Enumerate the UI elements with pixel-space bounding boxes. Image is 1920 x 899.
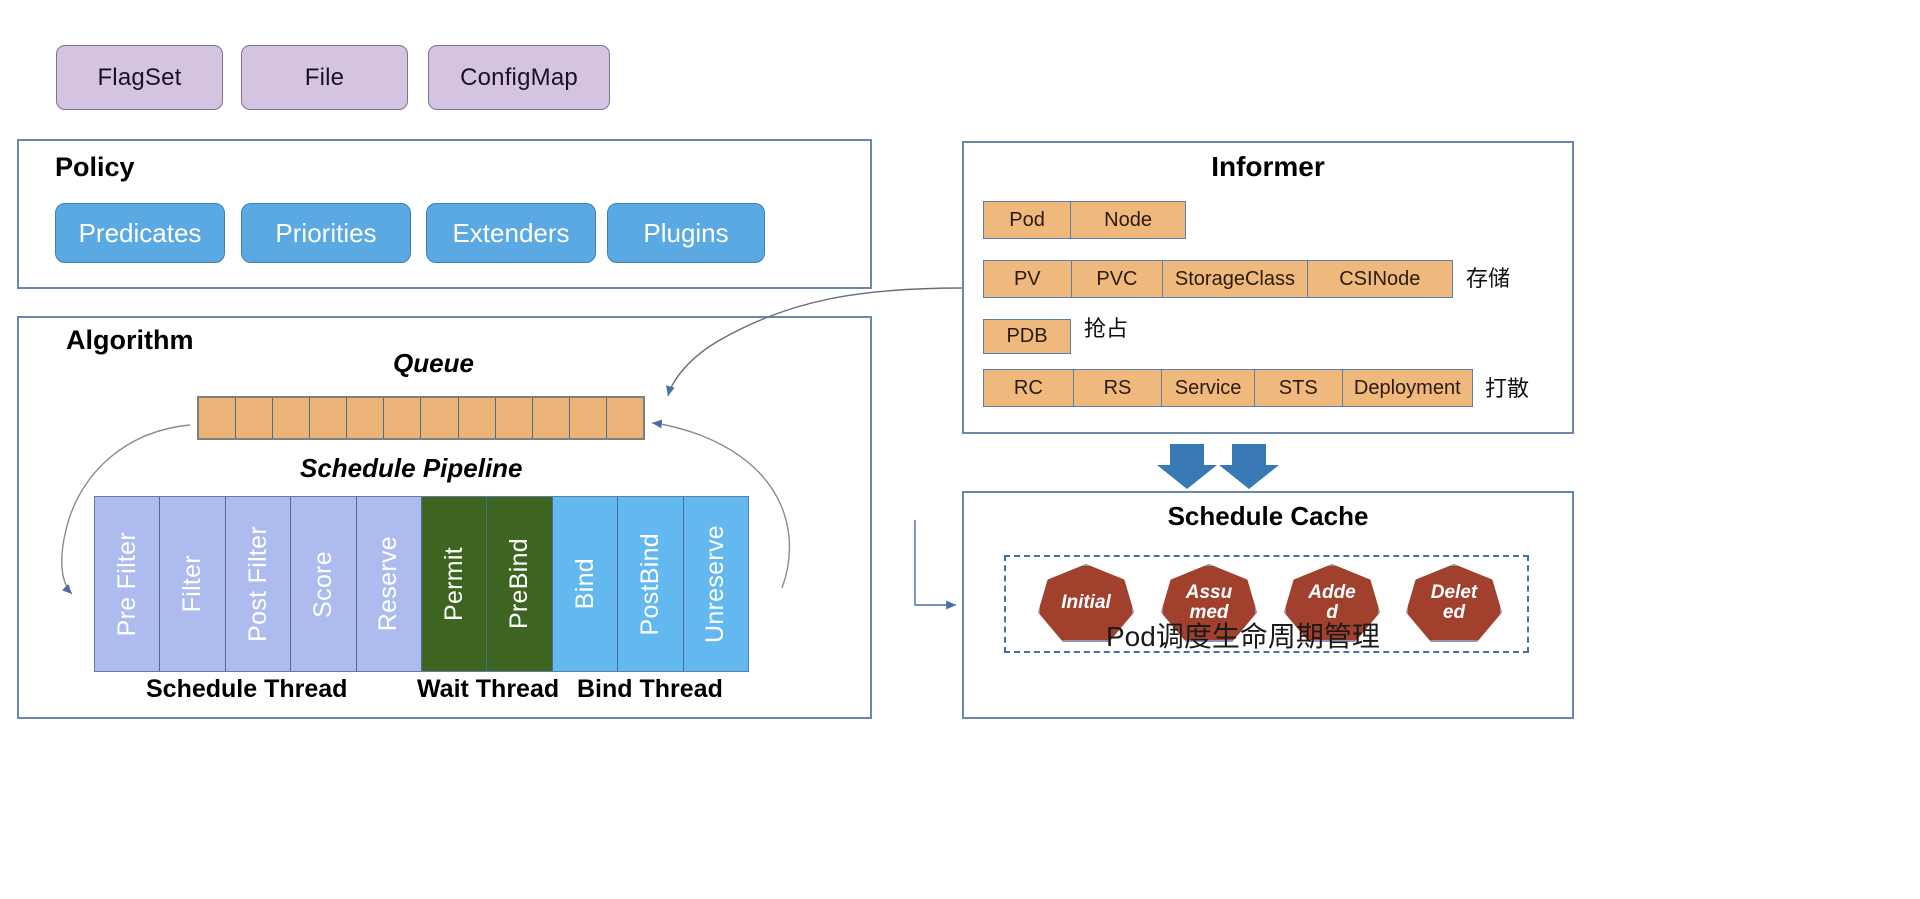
queue-cell[interactable] [495, 398, 533, 438]
pipeline-stage-label: Score [308, 550, 337, 618]
pipeline-stage[interactable]: PreBind [487, 497, 553, 671]
cache-state-label: Delet ed [1430, 582, 1478, 623]
pipeline-stage-label: Filter [178, 555, 207, 613]
schedule-pipeline[interactable]: Pre Filter Filter Post Filter Score Reserve P… [94, 496, 749, 672]
informer-cell[interactable]: Pod [984, 202, 1072, 238]
pipeline-stage[interactable]: Filter [160, 497, 226, 671]
informer-note-preemption: 抢占 [1084, 316, 1129, 341]
source-chip-flagset[interactable]: FlagSet [56, 45, 223, 110]
source-chip-label: File [304, 63, 345, 91]
pipeline-stage-label: Post Filter [243, 526, 272, 642]
informer-cell[interactable]: StorageClass [1163, 261, 1308, 297]
diagram-canvas: FlagSet File ConfigMap Policy Predicates… [0, 0, 1920, 899]
policy-chip-label: Predicates [78, 217, 202, 248]
arrow-informer-to-cache-right [1219, 444, 1279, 489]
algorithm-title: Algorithm [66, 325, 194, 355]
pipeline-stage[interactable]: Score [291, 497, 357, 671]
pipeline-stage-label: PostBind [635, 532, 664, 636]
source-chip-label: FlagSet [97, 63, 182, 91]
queue-cell[interactable] [458, 398, 496, 438]
informer-note-spread: 打散 [1485, 376, 1530, 401]
informer-row-spread[interactable]: RC RS Service STS Deployment [983, 369, 1473, 407]
pipeline-stage[interactable]: Permit [422, 497, 488, 671]
informer-row-workload[interactable]: Pod Node [983, 201, 1186, 239]
informer-cell[interactable]: Node [1071, 202, 1185, 238]
queue-cell[interactable] [421, 398, 459, 438]
informer-cell[interactable]: PV [984, 261, 1072, 297]
scheduling-queue[interactable] [197, 396, 645, 440]
pipeline-stage-label: Unreserve [701, 524, 730, 644]
informer-row-storage[interactable]: PV PVC StorageClass CSINode [983, 260, 1453, 298]
informer-row-preemption[interactable]: PDB [983, 319, 1071, 354]
cache-state-deleted[interactable]: Delet ed [1406, 564, 1502, 642]
source-chip-label: ConfigMap [460, 63, 578, 91]
cache-state-label: Initial [1061, 592, 1111, 614]
policy-chip-label: Plugins [643, 217, 729, 248]
pipeline-stage-label: Reserve [374, 536, 403, 632]
policy-chip-plugins[interactable]: Plugins [607, 203, 765, 263]
informer-cell[interactable]: PVC [1071, 261, 1164, 297]
policy-chip-label: Priorities [275, 217, 377, 248]
policy-panel: Policy Predicates Priorities Extenders P… [17, 139, 872, 289]
queue-caption: Queue [393, 348, 474, 378]
pipeline-stage[interactable]: Unreserve [683, 497, 749, 671]
arrow-informer-to-cache-left [1157, 444, 1217, 489]
informer-panel: Informer Pod Node PV PVC StorageClass CS… [962, 141, 1574, 434]
source-chip-configmap[interactable]: ConfigMap [428, 45, 610, 110]
pod-lifecycle-caption: Pod调度生命周期管理 [1106, 621, 1380, 652]
pipeline-stage-label: Permit [439, 546, 468, 622]
queue-cell[interactable] [569, 398, 607, 438]
pipeline-stage-label: Bind [570, 558, 599, 610]
connector-pipeline-to-cache [914, 520, 956, 610]
thread-label-bind: Bind Thread [577, 675, 723, 703]
informer-cell[interactable]: RC [984, 370, 1074, 406]
schedule-cache-panel: Schedule Cache Initial Assu med Adde d D… [962, 491, 1574, 719]
queue-cell[interactable] [236, 398, 274, 438]
source-chip-file[interactable]: File [241, 45, 408, 110]
queue-cell[interactable] [606, 398, 643, 438]
pipeline-stage[interactable]: Bind [552, 497, 619, 671]
queue-cell[interactable] [273, 398, 311, 438]
queue-cell[interactable] [532, 398, 570, 438]
pipeline-stage[interactable]: Post Filter [225, 497, 292, 671]
pipeline-stage[interactable]: Pre Filter [95, 497, 161, 671]
algorithm-panel: Algorithm Queue Schedule Pipeline Pre Fi… [17, 316, 872, 719]
informer-title: Informer [1211, 151, 1325, 182]
informer-cell[interactable]: Service [1162, 370, 1255, 406]
queue-cell[interactable] [384, 398, 422, 438]
queue-cell[interactable] [310, 398, 348, 438]
thread-label-schedule: Schedule Thread [146, 675, 348, 703]
informer-note-storage: 存储 [1466, 266, 1511, 291]
thread-label-wait: Wait Thread [417, 675, 560, 703]
policy-chip-priorities[interactable]: Priorities [241, 203, 411, 263]
pipeline-caption: Schedule Pipeline [300, 453, 523, 483]
pipeline-stage[interactable]: PostBind [618, 497, 684, 671]
informer-cell[interactable]: STS [1254, 370, 1343, 406]
pod-lifecycle-group: Initial Assu med Adde d Delet ed Pod调度生命… [1004, 555, 1529, 653]
pipeline-stage-label: PreBind [505, 538, 534, 630]
queue-cell[interactable] [347, 398, 385, 438]
queue-cell[interactable] [199, 398, 237, 438]
informer-cell[interactable]: Deployment [1342, 370, 1473, 406]
policy-chip-label: Extenders [452, 217, 570, 248]
policy-chip-predicates[interactable]: Predicates [55, 203, 225, 263]
policy-title: Policy [55, 152, 135, 182]
policy-chip-extenders[interactable]: Extenders [426, 203, 596, 263]
informer-cell[interactable]: CSINode [1307, 261, 1452, 297]
schedule-cache-title: Schedule Cache [1167, 501, 1369, 531]
pipeline-stage[interactable]: Reserve [356, 497, 423, 671]
pipeline-stage-label: Pre Filter [112, 531, 141, 637]
informer-cell[interactable]: RS [1073, 370, 1163, 406]
informer-cell[interactable]: PDB [984, 320, 1070, 353]
